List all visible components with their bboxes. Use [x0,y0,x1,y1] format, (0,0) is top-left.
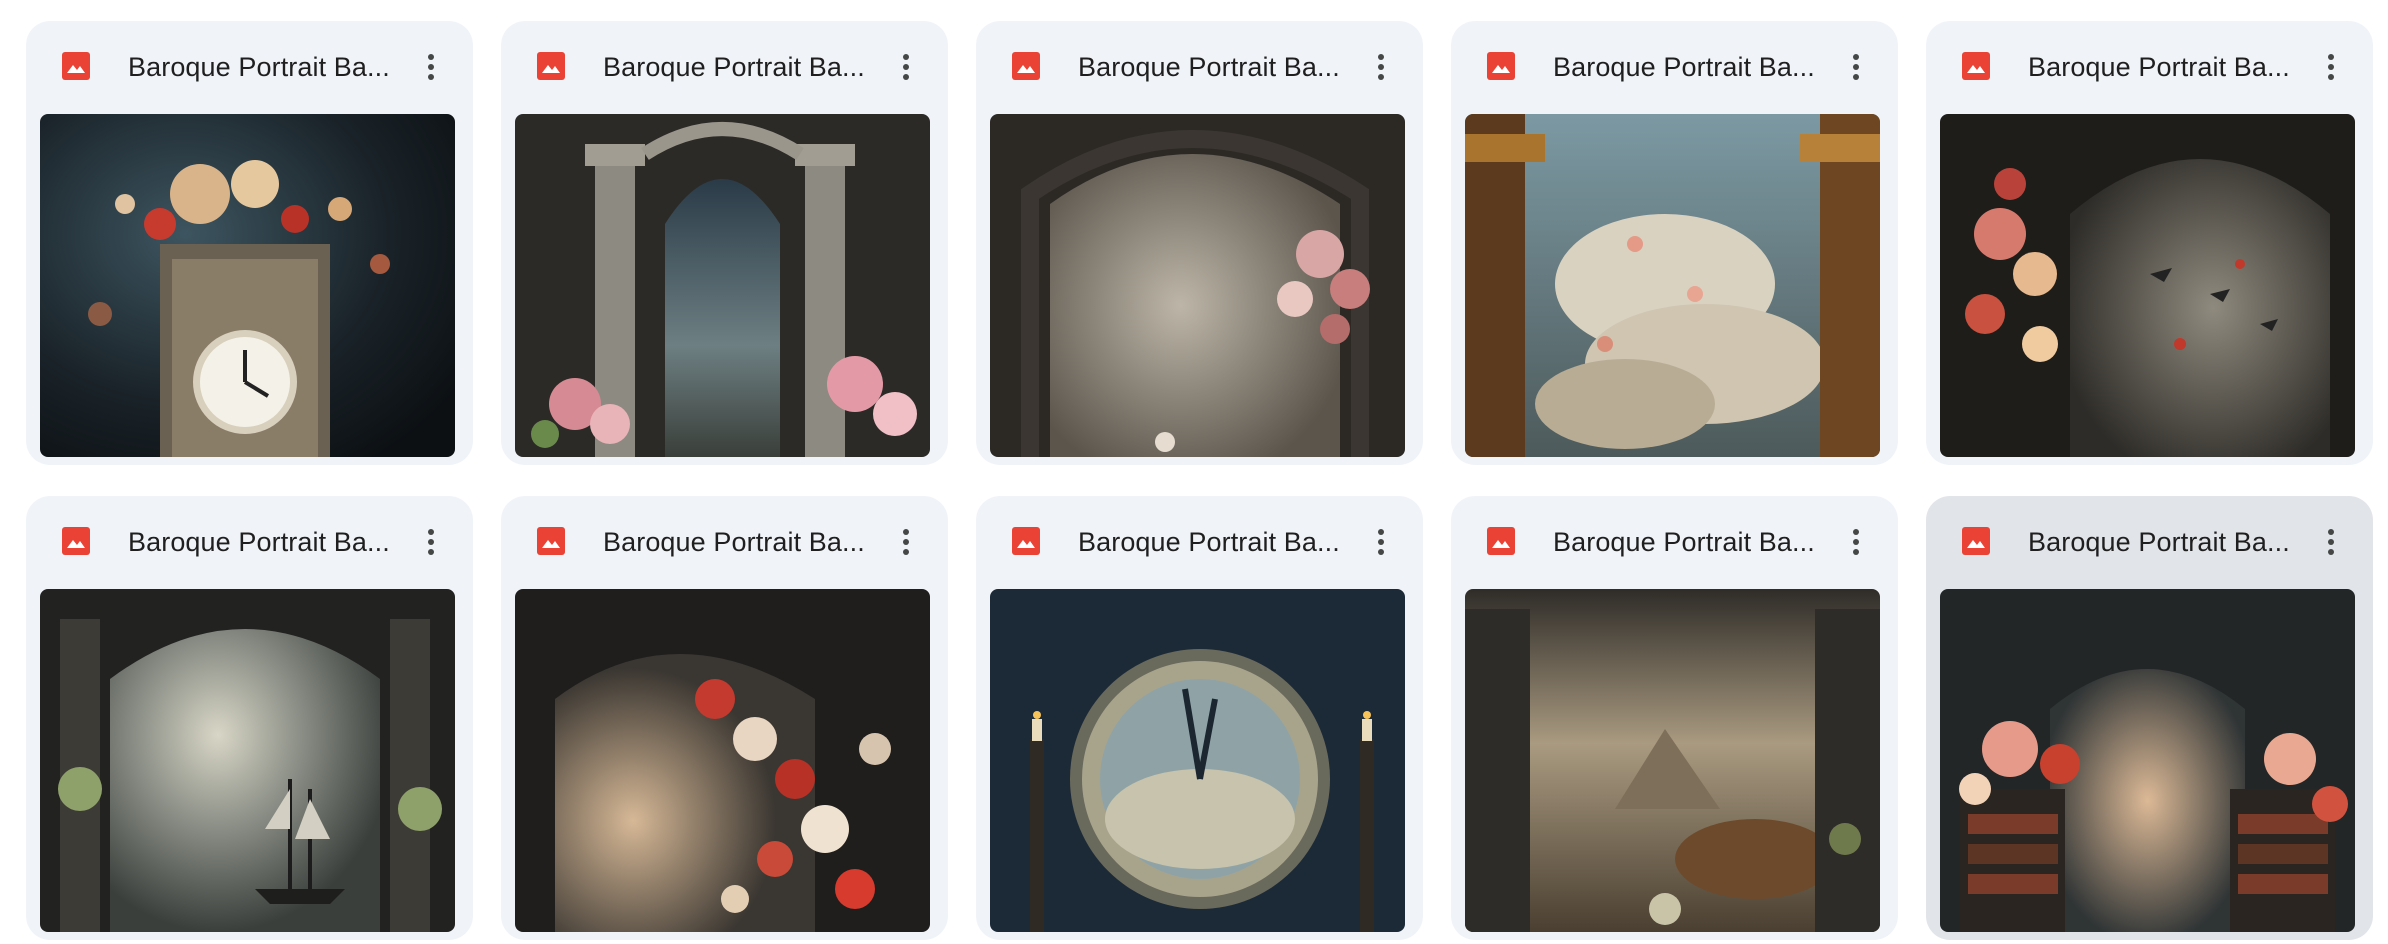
image-file-icon [1487,527,1515,555]
file-title: Baroque Portrait Ba... [1553,527,1815,557]
image-file-icon [1962,52,1990,80]
more-vert-icon [903,529,909,555]
file-grid: Baroque Portrait Ba... Baroque Portrait … [0,0,2388,944]
file-title: Baroque Portrait Ba... [128,52,390,82]
file-title: Baroque Portrait Ba... [1553,52,1815,82]
file-title: Baroque Portrait Ba... [1078,527,1340,557]
image-file-icon [1487,52,1515,80]
card-header: Baroque Portrait Ba... [1451,496,1898,602]
file-thumbnail[interactable] [1940,114,2355,457]
file-card[interactable]: Baroque Portrait Ba... [501,21,948,465]
file-thumbnail[interactable] [40,114,455,457]
more-options-button[interactable] [878,39,934,95]
image-file-icon [1012,527,1040,555]
card-header: Baroque Portrait Ba... [501,21,948,127]
image-file-icon [1012,52,1040,80]
file-card[interactable]: Baroque Portrait Ba... [1451,21,1898,465]
more-vert-icon [1853,54,1859,80]
file-card[interactable]: Baroque Portrait Ba... [976,496,1423,940]
file-card[interactable]: Baroque Portrait Ba... [501,496,948,940]
more-options-button[interactable] [1828,39,1884,95]
more-options-button[interactable] [403,39,459,95]
more-vert-icon [2328,529,2334,555]
image-file-icon [537,527,565,555]
file-thumbnail[interactable] [990,114,1405,457]
card-header: Baroque Portrait Ba... [26,496,473,602]
card-header: Baroque Portrait Ba... [976,496,1423,602]
more-options-button[interactable] [1353,39,1409,95]
file-thumbnail[interactable] [40,589,455,932]
file-card[interactable]: Baroque Portrait Ba... [26,21,473,465]
image-file-icon [1962,527,1990,555]
file-card[interactable]: Baroque Portrait Ba... [976,21,1423,465]
file-card[interactable]: Baroque Portrait Ba... [1451,496,1898,940]
card-header: Baroque Portrait Ba... [501,496,948,602]
image-file-icon [62,52,90,80]
image-file-icon [62,527,90,555]
file-thumbnail[interactable] [1465,589,1880,932]
file-title: Baroque Portrait Ba... [603,527,865,557]
more-vert-icon [428,529,434,555]
more-options-button[interactable] [1828,514,1884,570]
more-vert-icon [1853,529,1859,555]
file-card[interactable]: Baroque Portrait Ba... [1926,21,2373,465]
file-title: Baroque Portrait Ba... [1078,52,1340,82]
file-title: Baroque Portrait Ba... [2028,527,2290,557]
file-thumbnail[interactable] [1465,114,1880,457]
file-thumbnail[interactable] [515,589,930,932]
file-card[interactable]: Baroque Portrait Ba... [26,496,473,940]
image-file-icon [537,52,565,80]
file-title: Baroque Portrait Ba... [128,527,390,557]
file-title: Baroque Portrait Ba... [603,52,865,82]
file-thumbnail[interactable] [1940,589,2355,932]
more-options-button[interactable] [403,514,459,570]
card-header: Baroque Portrait Ba... [1451,21,1898,127]
file-title: Baroque Portrait Ba... [2028,52,2290,82]
more-vert-icon [1378,529,1384,555]
card-header: Baroque Portrait Ba... [976,21,1423,127]
more-vert-icon [903,54,909,80]
more-vert-icon [2328,54,2334,80]
more-options-button[interactable] [2303,39,2359,95]
card-header: Baroque Portrait Ba... [1926,21,2373,127]
card-header: Baroque Portrait Ba... [1926,496,2373,602]
more-options-button[interactable] [1353,514,1409,570]
more-options-button[interactable] [2303,514,2359,570]
more-vert-icon [428,54,434,80]
card-header: Baroque Portrait Ba... [26,21,473,127]
file-card[interactable]: Baroque Portrait Ba... [1926,496,2373,940]
file-thumbnail[interactable] [515,114,930,457]
more-vert-icon [1378,54,1384,80]
more-options-button[interactable] [878,514,934,570]
file-thumbnail[interactable] [990,589,1405,932]
